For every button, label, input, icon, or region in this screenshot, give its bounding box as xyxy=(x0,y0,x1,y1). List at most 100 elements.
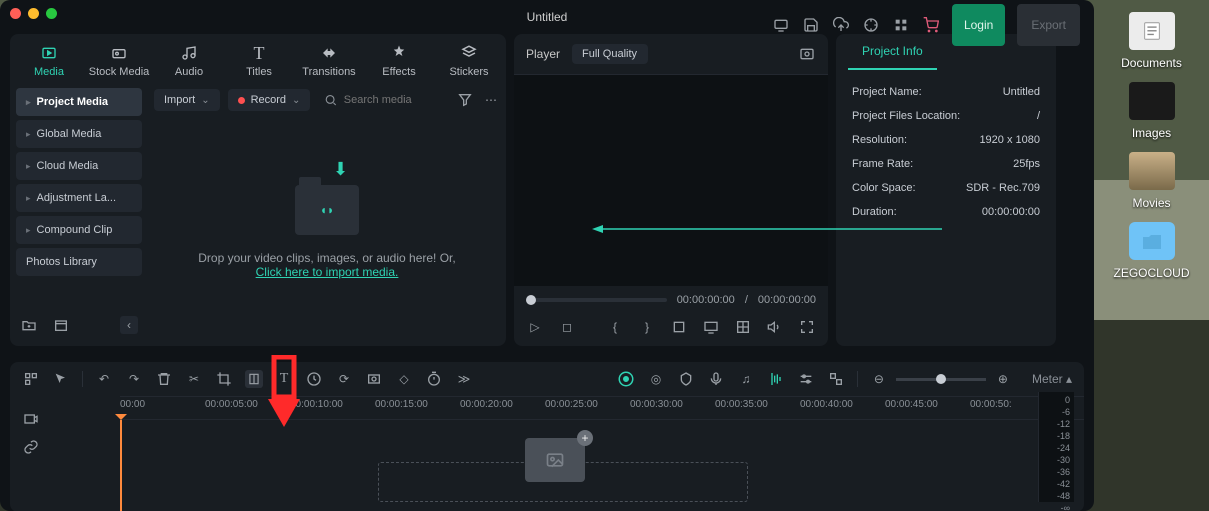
speed-icon[interactable] xyxy=(305,370,323,388)
tab-effects[interactable]: Effects xyxy=(366,40,432,82)
zoom-in-icon[interactable]: ⊕ xyxy=(994,370,1012,388)
search-icon xyxy=(324,92,337,108)
tab-stickers[interactable]: Stickers xyxy=(436,40,502,82)
media-drop-zone[interactable]: ⬇ ◖◗ Drop your video clips, images, or a… xyxy=(148,118,506,346)
timeline-ruler[interactable]: 00:0000:00:05:0000:00:10:0000:00:15:0000… xyxy=(120,396,1084,420)
select-tool-icon[interactable] xyxy=(22,370,40,388)
audio-meter: 0-6-12-18-24-30-36-42-48-∞ xyxy=(1038,392,1074,502)
filter-icon[interactable] xyxy=(456,91,474,109)
login-button[interactable]: Login xyxy=(952,4,1005,46)
fullscreen-icon[interactable] xyxy=(798,318,816,336)
ruler-tick: 00:00:45:00 xyxy=(885,399,938,410)
desktop-folder-images[interactable]: Images xyxy=(1094,82,1209,140)
import-media-link[interactable]: Click here to import media. xyxy=(256,265,399,279)
info-row: Duration:00:00:00:00 xyxy=(852,200,1040,224)
device-preview-icon[interactable] xyxy=(772,16,790,34)
color-icon[interactable] xyxy=(365,370,383,388)
pointer-tool-icon[interactable] xyxy=(52,370,70,388)
audio-mix-icon[interactable]: ♫ xyxy=(737,370,755,388)
media-sidebar: ▸Project Media ▸Global Media ▸Cloud Medi… xyxy=(10,82,148,346)
support-icon[interactable] xyxy=(862,16,880,34)
tab-transitions[interactable]: Transitions xyxy=(296,40,362,82)
play-icon[interactable]: ▷ xyxy=(526,318,544,336)
crop-icon[interactable] xyxy=(215,370,233,388)
cloud-upload-icon[interactable] xyxy=(832,16,850,34)
clip-thumbnail[interactable]: + xyxy=(525,438,585,482)
text-tool-icon[interactable]: T xyxy=(275,370,293,388)
ruler-tick: 00:00:25:00 xyxy=(545,399,598,410)
zoom-out-icon[interactable]: ⊖ xyxy=(870,370,888,388)
display-icon[interactable] xyxy=(702,318,720,336)
mark-in-icon[interactable]: { xyxy=(606,318,624,336)
track-link-icon[interactable] xyxy=(22,438,40,456)
sidebar-item-project-media[interactable]: ▸Project Media xyxy=(16,88,142,116)
window-title: Untitled xyxy=(527,10,568,24)
auto-beat-icon[interactable] xyxy=(767,370,785,388)
tab-audio[interactable]: Audio xyxy=(156,40,222,82)
app-window: Untitled Login Export Media Stock Media xyxy=(0,0,1094,511)
new-bin-icon[interactable] xyxy=(52,316,70,334)
new-folder-icon[interactable] xyxy=(20,316,38,334)
track-settings-icon[interactable] xyxy=(827,370,845,388)
rotate-icon[interactable]: ⟳ xyxy=(335,370,353,388)
time-current: 00:00:00:00 xyxy=(677,294,735,306)
sidebar-item-adjustment-layer[interactable]: ▸Adjustment La... xyxy=(16,184,142,212)
player-scrubber[interactable] xyxy=(526,298,667,302)
timer-icon[interactable] xyxy=(425,370,443,388)
info-row: Project Name:Untitled xyxy=(852,80,1040,104)
player-viewport[interactable] xyxy=(514,75,828,286)
import-button[interactable]: Import⌄ xyxy=(154,89,220,111)
meter-toggle[interactable]: Meter ▴ xyxy=(1032,372,1072,386)
grid-overlay-icon[interactable] xyxy=(734,318,752,336)
media-content: Import⌄ Record⌄ ⋯ ⬇ ◖◗ xyxy=(148,82,506,346)
cut-icon[interactable]: ✂ xyxy=(185,370,203,388)
tab-stock-media[interactable]: Stock Media xyxy=(86,40,152,82)
sidebar-item-cloud-media[interactable]: ▸Cloud Media xyxy=(16,152,142,180)
keyframe-icon[interactable]: ◇ xyxy=(395,370,413,388)
info-row: Color Space:SDR - Rec.709 xyxy=(852,176,1040,200)
mark-out-icon[interactable]: } xyxy=(638,318,656,336)
quality-select[interactable]: Full Quality xyxy=(572,44,648,64)
timeline-track-area[interactable]: + xyxy=(120,420,1084,500)
info-row: Frame Rate:25fps xyxy=(852,152,1040,176)
collapse-sidebar-icon[interactable]: ‹ xyxy=(120,316,138,334)
tab-titles[interactable]: T Titles xyxy=(226,40,292,82)
search-media[interactable] xyxy=(318,88,448,112)
ai-tool-icon[interactable] xyxy=(617,370,635,388)
drop-hint-text: Drop your video clips, images, or audio … xyxy=(198,251,455,265)
volume-icon[interactable] xyxy=(766,318,784,336)
playhead[interactable] xyxy=(120,420,122,511)
desktop-folder-zegocloud[interactable]: ZEGOCLOUD xyxy=(1094,222,1209,280)
split-icon[interactable] xyxy=(245,370,263,388)
render-icon[interactable]: ◎ xyxy=(647,370,665,388)
track-video-icon[interactable] xyxy=(22,410,40,428)
marker-icon[interactable] xyxy=(677,370,695,388)
redo-icon[interactable]: ↷ xyxy=(125,370,143,388)
snapshot-icon[interactable] xyxy=(798,45,816,63)
export-button[interactable]: Export xyxy=(1017,4,1080,46)
cart-icon[interactable] xyxy=(922,16,940,34)
search-input[interactable] xyxy=(344,94,442,106)
more-options-icon[interactable]: ⋯ xyxy=(482,91,500,109)
add-clip-button[interactable]: + xyxy=(577,430,593,446)
adjust-icon[interactable] xyxy=(797,370,815,388)
tab-media[interactable]: Media xyxy=(16,40,82,82)
timeline-zoom: ⊖ ⊕ xyxy=(870,370,1012,388)
sidebar-item-compound-clip[interactable]: ▸Compound Clip xyxy=(16,216,142,244)
crop-ratio-icon[interactable] xyxy=(670,318,688,336)
desktop-folder-documents[interactable]: Documents xyxy=(1094,12,1209,70)
save-icon[interactable] xyxy=(802,16,820,34)
stop-icon[interactable]: ◻ xyxy=(558,318,576,336)
folder-icon: ◖◗ xyxy=(295,185,359,235)
zoom-slider[interactable] xyxy=(896,378,986,381)
sidebar-item-photos-library[interactable]: Photos Library xyxy=(16,248,142,276)
apps-grid-icon[interactable] xyxy=(892,16,910,34)
titlebar: Untitled Login Export xyxy=(0,0,1094,34)
sidebar-item-global-media[interactable]: ▸Global Media xyxy=(16,120,142,148)
voiceover-icon[interactable] xyxy=(707,370,725,388)
delete-icon[interactable] xyxy=(155,370,173,388)
desktop-folder-movies[interactable]: Movies xyxy=(1094,152,1209,210)
expand-tools-icon[interactable]: ≫ xyxy=(455,370,473,388)
record-button[interactable]: Record⌄ xyxy=(228,89,311,111)
undo-icon[interactable]: ↶ xyxy=(95,370,113,388)
